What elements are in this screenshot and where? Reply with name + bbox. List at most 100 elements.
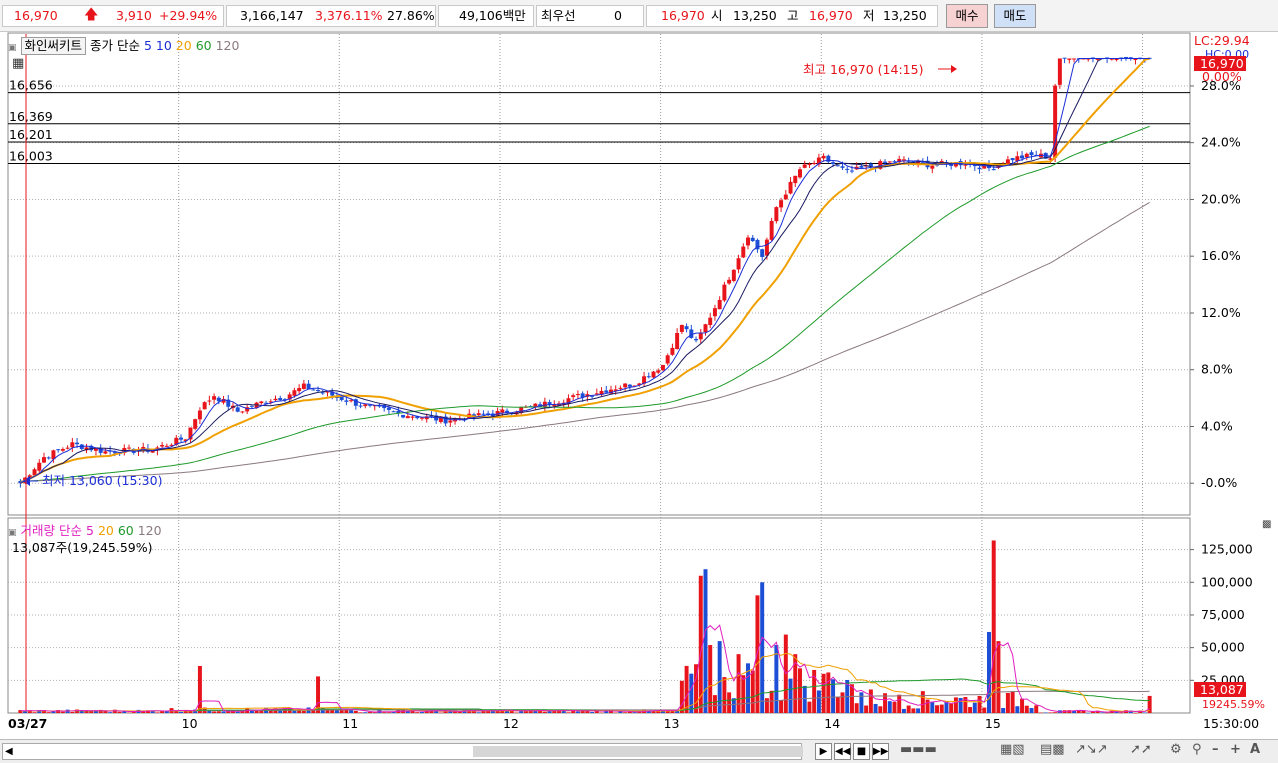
candle[interactable] (571, 395, 576, 398)
candle[interactable] (831, 162, 836, 165)
scroll-left-icon[interactable]: ◀ (5, 744, 13, 759)
candle[interactable] (259, 401, 264, 404)
candle[interactable] (301, 383, 306, 389)
candle[interactable] (401, 414, 406, 418)
volume-bar[interactable] (1001, 708, 1006, 713)
candle[interactable] (56, 449, 61, 451)
volume-bar[interactable] (1105, 712, 1110, 714)
volume-bar[interactable] (179, 711, 183, 713)
candle[interactable] (627, 384, 632, 387)
volume-bar[interactable] (816, 690, 821, 713)
volume-bar[interactable] (769, 690, 774, 713)
candle[interactable] (344, 400, 349, 402)
candle[interactable] (779, 200, 784, 208)
candle[interactable] (594, 393, 599, 395)
candle[interactable] (746, 237, 750, 246)
candle[interactable] (859, 166, 864, 168)
volume-bar[interactable] (727, 692, 732, 713)
volume-bar[interactable] (939, 704, 944, 713)
volume-bar[interactable] (1081, 711, 1086, 713)
volume-bar[interactable] (864, 705, 869, 713)
volume-bar[interactable] (382, 712, 387, 713)
candle[interactable] (741, 246, 746, 258)
volume-bar[interactable] (117, 711, 122, 713)
volume-bar[interactable] (1086, 712, 1091, 714)
volume-bar[interactable] (353, 710, 358, 713)
candle[interactable] (476, 413, 481, 416)
volume-bar[interactable] (514, 712, 519, 714)
volume-bar[interactable] (873, 703, 878, 713)
volume-bar[interactable] (70, 711, 75, 713)
pattern-icon[interactable]: ▤▩ (1040, 742, 1065, 757)
volume-bar[interactable] (542, 711, 547, 713)
candle[interactable] (736, 258, 741, 270)
volume-bar[interactable] (127, 712, 132, 714)
volume-bar[interactable] (131, 712, 136, 713)
expand-icon[interactable]: A (1250, 742, 1260, 757)
candle[interactable] (656, 370, 661, 373)
candle[interactable] (405, 416, 410, 419)
volume-bar[interactable] (301, 710, 306, 713)
candle[interactable] (164, 445, 169, 447)
volume-bar[interactable] (991, 540, 996, 713)
volume-bar[interactable] (1100, 712, 1105, 713)
candle[interactable] (316, 390, 321, 392)
zoom-slider[interactable]: ▬▬▬ (900, 742, 937, 757)
volume-bar[interactable] (235, 711, 240, 713)
volume-bar[interactable] (859, 692, 864, 713)
volume-bar[interactable] (821, 673, 826, 713)
search-icon[interactable]: ⚲ (1192, 742, 1202, 757)
candle[interactable] (679, 324, 684, 332)
buy-button[interactable]: 매수 (946, 4, 988, 28)
candle[interactable] (273, 398, 278, 401)
volume-bar[interactable] (774, 645, 779, 713)
candle[interactable] (278, 398, 283, 401)
volume-bar[interactable] (878, 706, 883, 713)
candle[interactable] (708, 317, 713, 325)
candle[interactable] (727, 279, 732, 284)
candle[interactable] (363, 404, 368, 407)
candle[interactable] (193, 419, 198, 429)
volume-bar[interactable] (750, 670, 755, 713)
candle[interactable] (840, 166, 845, 168)
volume-bar[interactable] (457, 711, 462, 713)
volume-bar[interactable] (1005, 692, 1010, 713)
volume-bar[interactable] (32, 712, 37, 713)
candle[interactable] (60, 449, 65, 451)
candle[interactable] (783, 194, 788, 200)
fast-forward-icon[interactable]: ▶▶ (872, 743, 889, 760)
candle[interactable] (883, 161, 888, 163)
candle[interactable] (292, 390, 297, 396)
candle[interactable] (127, 447, 132, 449)
volume-bar[interactable] (1048, 712, 1053, 713)
volume-bar[interactable] (920, 691, 925, 713)
candle[interactable] (665, 355, 670, 364)
candle[interactable] (1010, 158, 1015, 161)
volume-bar[interactable] (259, 711, 264, 713)
sell-button[interactable]: 매도 (994, 4, 1036, 28)
drawing-tools-icon[interactable]: ↗↘↗ (1075, 742, 1108, 757)
candle[interactable] (358, 405, 363, 407)
volume-bar[interactable] (1133, 712, 1138, 714)
candle[interactable] (46, 457, 51, 459)
candle[interactable] (179, 437, 183, 440)
candle[interactable] (1072, 58, 1077, 60)
volume-bar[interactable] (968, 707, 973, 713)
candle[interactable] (930, 165, 935, 169)
candle[interactable] (750, 237, 755, 242)
trend-icon[interactable]: ➚➚ (1130, 742, 1152, 757)
candle[interactable] (731, 269, 736, 281)
candle[interactable] (103, 451, 108, 454)
volume-bar[interactable] (1015, 706, 1020, 713)
volume-bar[interactable] (982, 707, 987, 713)
volume-bar[interactable] (1020, 698, 1025, 713)
volume-bar[interactable] (368, 712, 372, 713)
scroll-thumb[interactable] (473, 746, 803, 757)
volume-bar[interactable] (1029, 708, 1034, 713)
volume-bar[interactable] (415, 712, 420, 713)
candle[interactable] (764, 239, 769, 256)
candle[interactable] (70, 442, 75, 448)
volume-bar[interactable] (1142, 712, 1147, 713)
volume-bar[interactable] (420, 712, 424, 713)
volume-bar[interactable] (689, 673, 694, 713)
